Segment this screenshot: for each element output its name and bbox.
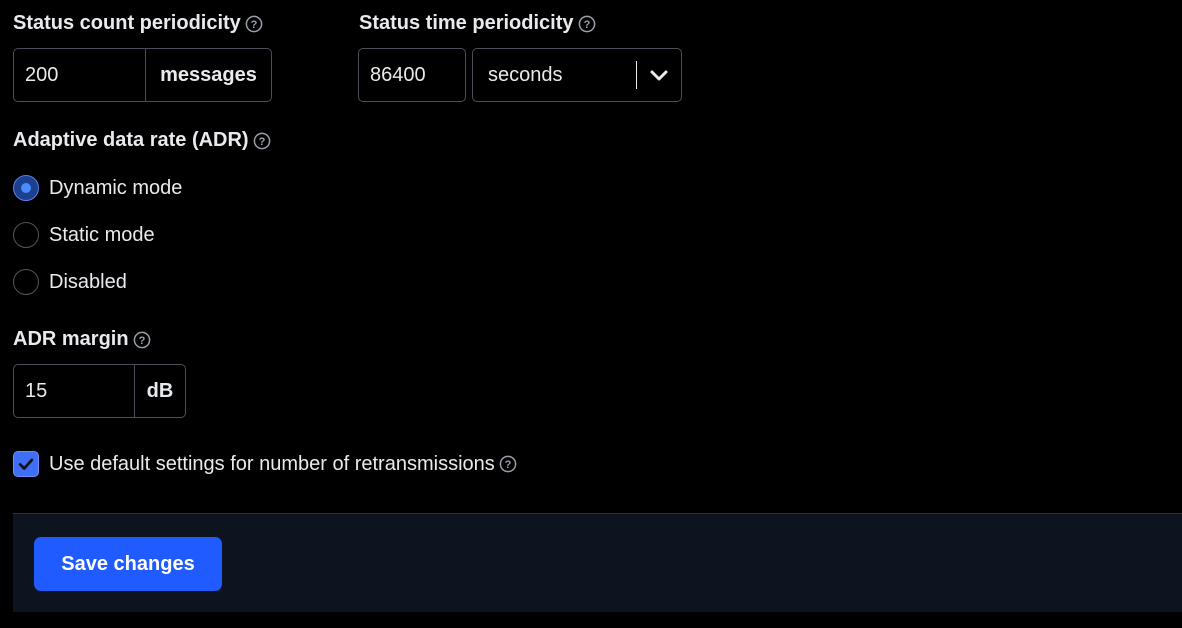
question-circle-icon[interactable]: ? [253, 132, 271, 150]
svg-text:?: ? [138, 335, 145, 347]
adr-margin-label-text: ADR margin [13, 328, 129, 350]
radio-label: Disabled [49, 270, 127, 293]
radio-label: Static mode [49, 223, 155, 246]
svg-text:?: ? [250, 19, 257, 31]
check-icon [18, 458, 34, 470]
adr-margin-unit: dB [134, 365, 185, 417]
question-circle-icon[interactable]: ? [578, 15, 596, 33]
radio-disabled[interactable]: Disabled [13, 268, 127, 296]
status-count-input-group: 200 messages [13, 48, 272, 102]
adr-margin-label: ADR margin ? [13, 328, 151, 351]
select-separator [636, 61, 637, 89]
retransmissions-checkbox[interactable] [13, 451, 39, 477]
adr-margin-input-group: 15 dB [13, 364, 186, 418]
retransmissions-checkbox-row[interactable]: Use default settings for number of retra… [13, 450, 517, 478]
chevron-down-icon[interactable] [647, 63, 671, 87]
save-changes-button[interactable]: Save changes [34, 537, 222, 591]
status-time-input-group: 86400 [358, 48, 466, 102]
question-circle-icon[interactable]: ? [245, 15, 263, 33]
status-time-label: Status time periodicity ? [359, 12, 596, 35]
radio-label: Dynamic mode [49, 176, 183, 199]
svg-text:?: ? [258, 136, 265, 148]
status-count-label: Status count periodicity ? [13, 12, 263, 35]
status-time-label-text: Status time periodicity [359, 12, 574, 34]
status-time-input[interactable]: 86400 [359, 49, 465, 101]
svg-text:?: ? [504, 459, 511, 471]
question-circle-icon[interactable]: ? [133, 331, 151, 349]
retransmissions-label: Use default settings for number of retra… [49, 452, 495, 475]
status-time-unit-select[interactable]: seconds [472, 48, 682, 102]
form-footer: Save changes [13, 513, 1182, 612]
adr-label-text: Adaptive data rate (ADR) [13, 129, 249, 151]
radio-button[interactable] [13, 222, 39, 248]
settings-form: Status count periodicity ? 200 messages … [0, 0, 1182, 628]
status-time-unit-value: seconds [488, 63, 563, 86]
radio-dynamic-mode[interactable]: Dynamic mode [13, 174, 182, 202]
question-circle-icon[interactable]: ? [499, 455, 517, 473]
adr-label: Adaptive data rate (ADR) ? [13, 129, 271, 152]
radio-button[interactable] [13, 269, 39, 295]
status-count-unit: messages [145, 49, 271, 101]
svg-text:?: ? [583, 19, 590, 31]
radio-static-mode[interactable]: Static mode [13, 221, 155, 249]
radio-button-checked[interactable] [13, 175, 39, 201]
status-count-label-text: Status count periodicity [13, 12, 241, 34]
status-count-input[interactable]: 200 [14, 49, 145, 101]
adr-margin-input[interactable]: 15 [14, 365, 134, 417]
